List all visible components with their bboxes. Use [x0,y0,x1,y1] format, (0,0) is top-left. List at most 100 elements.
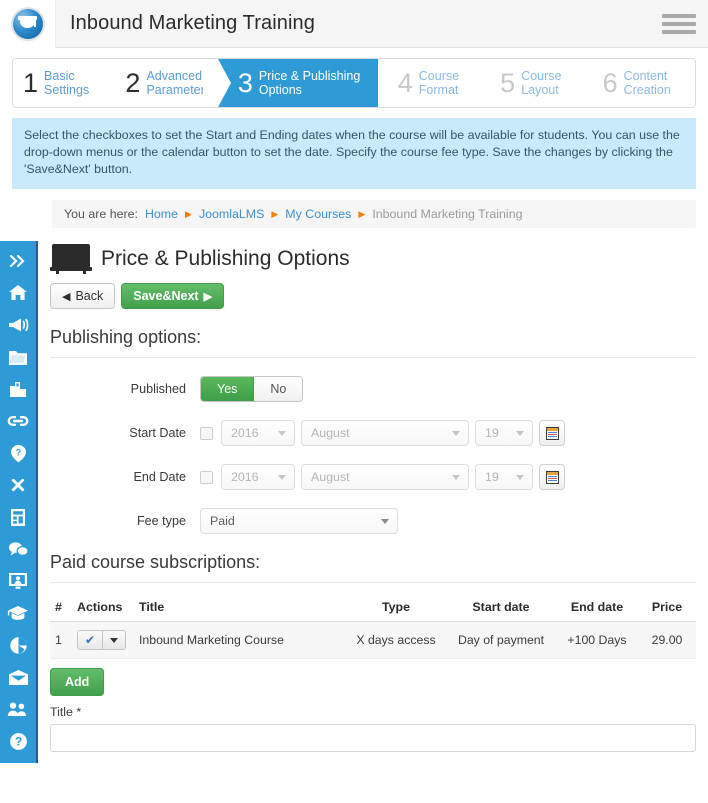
save-next-button[interactable]: Save&Next ▶ [121,283,225,309]
end-date-year-select[interactable]: 2016 [221,464,295,490]
breadcrumb-link-joomlalms[interactable]: JoomlaLMS [199,207,264,221]
step-number: 6 [602,67,618,98]
sidebar-item-help[interactable]: ? [0,725,37,757]
start-date-year-select[interactable]: 2016 [221,420,295,446]
fee-type-select[interactable]: Paid [200,508,398,534]
step-divider [100,59,116,107]
step-label: Course Layout [521,69,562,97]
breadcrumb-separator-icon: ▶ [185,208,192,219]
start-date-label: Start Date [129,426,186,440]
sidebar-item-users[interactable] [0,693,37,725]
sidebar-item-forum[interactable] [0,533,37,565]
step-divider [475,59,491,107]
app-title: Inbound Marketing Training [70,12,315,34]
title-field-label: Title * [50,705,82,719]
wizard-step-1[interactable]: 1 Basic Settings [13,59,116,107]
row-actions: ✔ [72,621,134,659]
end-date-month-select[interactable]: August [301,464,469,490]
step-label: Advanced Parameters [146,69,212,97]
wizard-steps: 1 Basic Settings 2 Advanced Parameters 3 P… [12,58,696,108]
fee-type-label: Fee type [136,514,186,528]
breadcrumb-link-home[interactable]: Home [145,207,178,221]
calendar-icon [545,470,559,484]
start-date-checkbox[interactable] [200,426,213,440]
table-row: 1 ✔ Inbound Marketing Course X days acce… [50,621,696,659]
step-label: Basic Settings [44,69,90,97]
page-root: Inbound Marketing Training 1 Basic Settin… [0,0,708,803]
breadcrumb: You are here: Home ▶ JoomlaLMS ▶ My Cour… [52,200,696,228]
wizard-step-6[interactable]: 6 Content Creation [592,59,695,107]
sidebar-item-home[interactable] [0,277,37,309]
chevron-right-icon: ▶ [203,290,213,303]
sidebar-item-links[interactable] [0,405,37,437]
column-header-end-date: End date [556,593,638,622]
subscriptions-heading: Paid course subscriptions: [50,552,261,572]
published-yes-option[interactable]: Yes [201,377,255,401]
sidebar-item-documents[interactable] [0,341,37,373]
column-header-type: Type [346,593,446,622]
instructions-box: Select the checkboxes to set the Start a… [12,118,696,189]
check-mark-icon[interactable]: ✔ [78,631,103,649]
wizard-container: 1 Basic Settings 2 Advanced Parameters 3 P… [0,48,708,108]
wizard-step-4[interactable]: 4 Course Format [377,59,491,107]
published-toggle[interactable]: Yes No [200,376,304,402]
wizard-step-2[interactable]: 2 Advanced Parameters [115,59,218,107]
end-date-day-select[interactable]: 19 [475,464,533,490]
publishing-options-heading: Publishing options: [50,327,202,347]
add-subscription-row: Add [50,668,708,696]
column-header-price: Price [638,593,696,622]
back-button-label: Back [75,289,104,303]
column-header-title: Title [134,593,346,622]
svg-text:?: ? [15,447,21,457]
hamburger-menu-icon[interactable] [662,12,696,36]
chevron-down-icon[interactable] [102,631,126,649]
sidebar-item-conference[interactable] [0,565,37,597]
chevron-down-icon [516,475,524,480]
sidebar-item-expand[interactable] [0,245,37,277]
table-header-row: # Actions Title Type Start date End date… [50,593,696,622]
sidebar-item-tests[interactable] [0,501,37,533]
breadcrumb-separator-icon: ▶ [271,208,279,219]
published-row: Published Yes No [38,376,708,402]
column-header-start-date: Start date [446,593,556,622]
end-date-row: End Date 2016 August 19 [38,464,708,490]
row-start-date: Day of payment [446,621,556,659]
breadcrumb-link-my-courses[interactable]: My Courses [285,207,351,221]
start-date-day-select[interactable]: 19 [475,420,533,446]
row-title: Inbound Marketing Course [134,621,346,659]
end-date-label: End Date [133,470,186,484]
row-type: X days access [346,621,446,659]
sidebar-item-reports[interactable] [0,373,37,405]
sidebar-item-mail[interactable] [0,661,37,693]
wizard-step-3[interactable]: 3 Price & Publishing Options [216,59,379,107]
back-button[interactable]: ◀ Back [50,283,116,309]
calendar-icon [545,426,559,440]
wizard-step-5[interactable]: 5 Course Layout [490,59,593,107]
published-no-option[interactable]: No [254,377,303,401]
sidebar-item-courses[interactable] [0,597,37,629]
sidebar-item-tools[interactable] [0,469,37,501]
title-input[interactable] [50,724,696,752]
step-number: 5 [500,67,516,98]
add-button[interactable]: Add [50,668,105,696]
row-action-split-button[interactable]: ✔ [77,630,127,650]
chevron-down-icon [278,431,286,436]
app-header: Inbound Marketing Training [0,0,708,48]
sidebar-item-faq[interactable]: ? [0,437,37,469]
chevron-down-icon [452,431,460,436]
start-date-month-select[interactable]: August [301,420,469,446]
start-date-row: Start Date 2016 August 19 [38,420,708,446]
sidebar-item-statistics[interactable] [0,629,37,661]
page-title: Price & Publishing Options [101,247,350,270]
breadcrumb-prefix: You are here: [64,207,138,221]
end-date-checkbox[interactable] [200,470,213,484]
step-divider [362,59,379,107]
chevron-down-icon [278,475,286,480]
step-number: 3 [237,67,253,98]
subscriptions-table: # Actions Title Type Start date End date… [50,593,696,659]
logo [0,0,56,48]
sidebar-item-announcements[interactable] [0,309,37,341]
end-date-calendar-button[interactable] [539,464,565,490]
start-date-calendar-button[interactable] [539,420,565,446]
row-price: 29.00 [638,621,696,659]
